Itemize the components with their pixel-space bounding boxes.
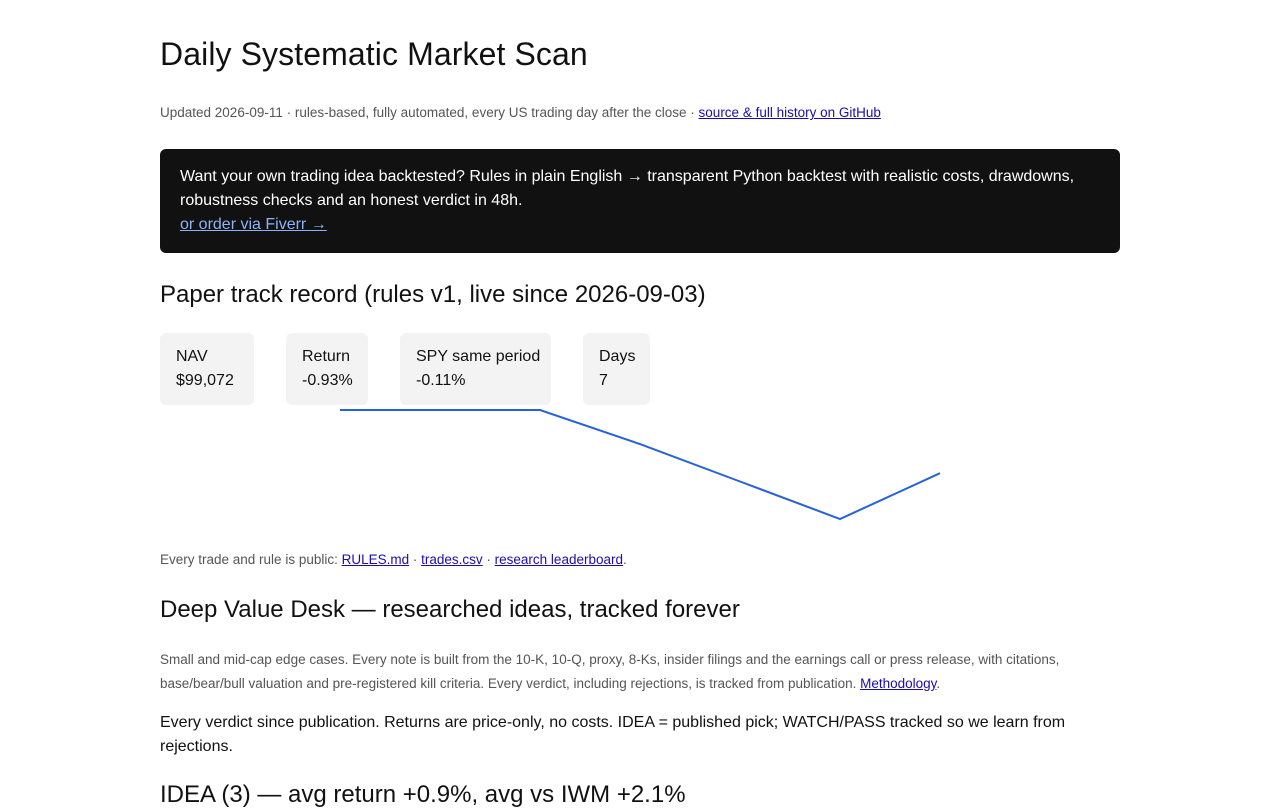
public-sep-2: ·: [482, 552, 495, 567]
stat-return-value: -0.93%: [302, 372, 353, 389]
stat-spy: SPY same period -0.11%: [400, 333, 551, 405]
stat-days: Days 7: [583, 333, 650, 405]
nav-series-line-0: [340, 409, 941, 521]
verdict-explainer: Every verdict since publication. Returns…: [160, 714, 1066, 755]
rules-link[interactable]: RULES.md: [342, 552, 410, 567]
stat-spy-value: -0.11%: [416, 372, 466, 389]
public-links: Every trade and rule is public: RULES.md…: [160, 552, 627, 567]
public-prefix: Every trade and rule is public:: [160, 552, 342, 567]
stat-return-label: Return: [302, 348, 351, 365]
stat-spy-label: SPY same period: [416, 348, 541, 365]
leaderboard-link[interactable]: research leaderboard: [495, 552, 623, 567]
cta-text: Want your own trading idea backtested? R…: [180, 168, 1075, 209]
stat-nav-label: NAV: [176, 348, 208, 365]
stat-days-value: 7: [599, 372, 608, 389]
desk-description: Small and mid-cap edge cases. Every note…: [160, 648, 1080, 696]
update-meta: Updated 2026-09-11 · rules-based, fully …: [160, 105, 881, 120]
backtest-cta-banner: Want your own trading idea backtested? R…: [160, 149, 1120, 253]
stat-nav-value: $99,072: [176, 372, 234, 389]
stat-nav: NAV $99,072: [160, 333, 254, 405]
public-suffix: .: [623, 552, 627, 567]
public-sep-1: ·: [409, 552, 422, 567]
idea-section-heading: IDEA (3) — avg return +0.9%, avg vs IWM …: [160, 781, 686, 808]
deep-value-heading: Deep Value Desk — researched ideas, trac…: [160, 596, 740, 623]
stat-days-label: Days: [599, 348, 636, 365]
track-record-heading: Paper track record (rules v1, live since…: [160, 281, 706, 308]
trades-link[interactable]: trades.csv: [421, 552, 483, 567]
desk-description-end: .: [936, 676, 941, 691]
stat-return: Return -0.93%: [286, 333, 368, 405]
update-meta-text: Updated 2026-09-11 · rules-based, fully …: [160, 105, 699, 120]
github-link[interactable]: source & full history on GitHub: [699, 105, 881, 120]
page-title: Daily Systematic Market Scan: [160, 36, 588, 72]
nav-line-chart: [340, 409, 941, 521]
fiverr-link[interactable]: or order via Fiverr →: [180, 216, 327, 233]
methodology-link[interactable]: Methodology: [860, 676, 936, 691]
